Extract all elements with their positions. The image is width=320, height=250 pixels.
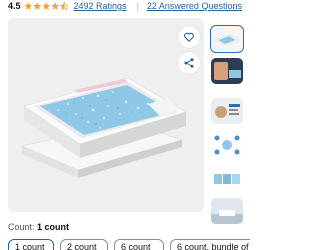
favorite-button[interactable] xyxy=(178,26,200,48)
option-1-count[interactable]: 1 count xyxy=(8,239,54,250)
rating-row: 4.5 2492 Ratings | 22 Answered Questions xyxy=(8,0,242,12)
option-6-count-bundle[interactable]: 6 count, bundle of xyxy=(170,239,250,250)
thumbnail-features-image xyxy=(211,132,243,158)
litter-tray-image xyxy=(21,77,187,178)
option-6-count[interactable]: 6 count xyxy=(114,239,164,250)
ratings-count-link[interactable]: 2492 Ratings xyxy=(74,1,127,11)
count-label: Count: xyxy=(8,222,38,232)
thumbnail-4[interactable] xyxy=(211,132,243,158)
count-selector-label: Count: 1 count xyxy=(8,222,69,232)
thumbnail-crystals-image xyxy=(211,166,243,192)
thumbnail-3[interactable] xyxy=(211,98,243,124)
thumbnail-1[interactable] xyxy=(210,25,244,53)
share-button[interactable] xyxy=(178,52,200,74)
thumbnail-lifestyle-image xyxy=(211,58,243,84)
share-icon xyxy=(184,58,194,68)
thumbnail-2[interactable] xyxy=(211,58,243,84)
option-2-count[interactable]: 2 count xyxy=(60,239,108,250)
main-product-image[interactable] xyxy=(8,18,204,212)
star-rating[interactable] xyxy=(23,1,69,11)
count-value: 1 count xyxy=(37,222,70,232)
thumbnail-cat-image xyxy=(211,98,243,124)
thumbnail-room-image xyxy=(211,198,243,224)
star-icon xyxy=(50,2,59,10)
half-star-icon xyxy=(59,1,69,11)
rating-separator: | xyxy=(136,1,139,11)
count-options: 1 count 2 count 6 count 6 count, bundle … xyxy=(8,239,250,250)
answered-questions-link[interactable]: 22 Answered Questions xyxy=(147,1,242,11)
star-icon xyxy=(23,2,32,10)
thumbnail-6[interactable] xyxy=(211,198,243,224)
thumbnail-5[interactable] xyxy=(211,166,243,192)
thumbnail-tray-image xyxy=(211,26,243,52)
star-icon xyxy=(32,2,41,10)
star-icon xyxy=(41,2,50,10)
rating-value: 4.5 xyxy=(8,1,21,11)
heart-icon xyxy=(184,32,194,42)
